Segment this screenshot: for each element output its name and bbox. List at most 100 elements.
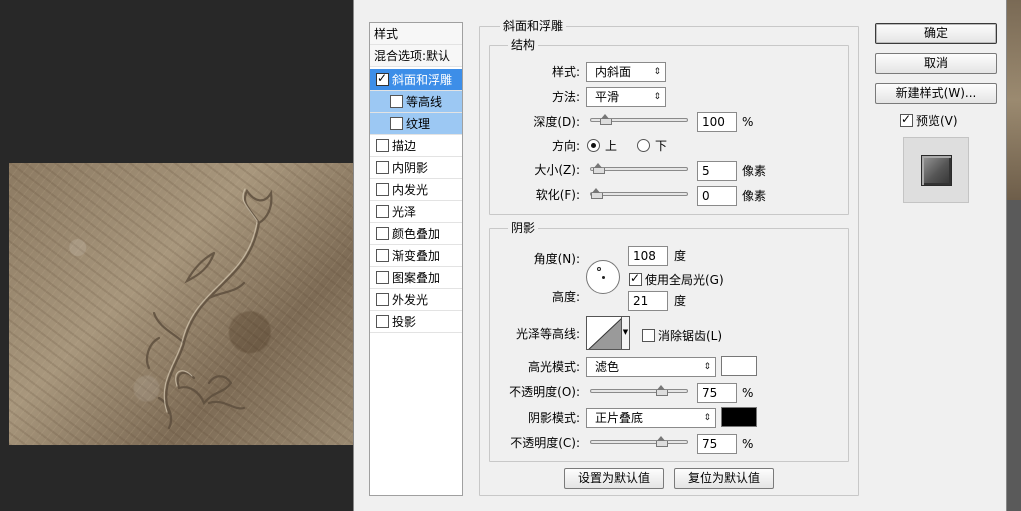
depth-unit: % [742, 115, 754, 129]
style-item-bevel-emboss[interactable]: 斜面和浮雕 [370, 69, 462, 91]
style-item-label: 斜面和浮雕 [392, 73, 453, 87]
shadow-mode-value: 正片叠底 [595, 411, 644, 425]
depth-input[interactable]: 100 [697, 112, 737, 132]
inner-glow-checkbox[interactable] [376, 183, 389, 196]
style-item-pattern-overlay[interactable]: 图案叠加 [370, 267, 462, 289]
highlight-opacity-input[interactable]: 75 [697, 383, 737, 403]
highlight-opacity-slider[interactable] [590, 385, 688, 396]
style-item-label: 描边 [392, 139, 417, 153]
outer-glow-checkbox[interactable] [376, 293, 389, 306]
bevel-style-dropdown[interactable]: 内斜面 ⇕ [586, 62, 666, 82]
direction-down-label[interactable]: 下 [655, 138, 667, 154]
direction-down-radio[interactable] [637, 139, 650, 152]
global-light-option[interactable]: 使用全局光(G) [629, 271, 724, 288]
style-item-label: 外发光 [392, 293, 429, 307]
technique-dropdown[interactable]: 平滑 ⇕ [586, 87, 666, 107]
style-item-label: 纹理 [406, 117, 431, 131]
shadow-mode-dropdown[interactable]: 正片叠底 ⇕ [586, 408, 716, 428]
direction-up-radio[interactable] [587, 139, 600, 152]
global-light-checkbox[interactable] [629, 271, 642, 286]
color-overlay-checkbox[interactable] [376, 227, 389, 240]
inner-shadow-checkbox[interactable] [376, 161, 389, 174]
altitude-label: 高度: [551, 290, 580, 304]
triangle-down-icon: ▼ [622, 328, 629, 336]
style-item-texture[interactable]: 纹理 [370, 113, 462, 135]
canvas-area [0, 0, 353, 511]
make-default-button[interactable]: 设置为默认值 [564, 468, 664, 489]
size-unit: 像素 [742, 164, 767, 178]
style-item-contour[interactable]: 等高线 [370, 91, 462, 113]
style-list: 样式 混合选项:默认 斜面和浮雕 等高线 纹理 描边 内阴影 内发光 光泽 颜色… [369, 22, 463, 496]
style-item-label: 光泽 [392, 205, 417, 219]
stroke-checkbox[interactable] [376, 139, 389, 152]
style-item-color-overlay[interactable]: 颜色叠加 [370, 223, 462, 245]
shadow-opacity-label: 不透明度(C): [510, 436, 580, 450]
style-item-stroke[interactable]: 描边 [370, 135, 462, 157]
new-style-button[interactable]: 新建样式(W)... [875, 83, 997, 104]
preview-square [921, 155, 952, 186]
style-item-inner-shadow[interactable]: 内阴影 [370, 157, 462, 179]
background-photo-strip [1007, 0, 1021, 200]
size-slider[interactable] [590, 163, 688, 174]
style-item-label: 颜色叠加 [392, 227, 441, 241]
style-item-outer-glow[interactable]: 外发光 [370, 289, 462, 311]
drop-shadow-checkbox[interactable] [376, 315, 389, 328]
altitude-unit: 度 [674, 294, 687, 308]
altitude-input[interactable]: 21 [628, 291, 668, 311]
updown-arrow-icon: ⇕ [703, 413, 711, 423]
style-list-header[interactable]: 样式 [370, 23, 462, 45]
document-image[interactable] [9, 163, 353, 445]
gloss-contour-dropdown[interactable]: ▼ [622, 316, 630, 350]
pattern-overlay-checkbox[interactable] [376, 271, 389, 284]
highlight-opacity-thumb[interactable] [655, 385, 668, 396]
angle-dial[interactable] [586, 260, 620, 294]
texture-checkbox[interactable] [390, 117, 403, 130]
highlight-color-swatch[interactable] [721, 356, 757, 376]
depth-slider-thumb[interactable] [599, 114, 612, 125]
shadow-color-swatch[interactable] [721, 407, 757, 427]
highlight-mode-dropdown[interactable]: 滤色 ⇕ [586, 357, 716, 377]
style-item-gradient-overlay[interactable]: 渐变叠加 [370, 245, 462, 267]
satin-checkbox[interactable] [376, 205, 389, 218]
soften-slider[interactable] [590, 188, 688, 199]
shadow-mode-label: 阴影模式: [527, 411, 580, 425]
preview-checkbox[interactable] [900, 112, 913, 127]
depth-slider[interactable] [590, 114, 688, 125]
updown-arrow-icon: ⇕ [653, 67, 661, 77]
anti-alias-option[interactable]: 消除锯齿(L) [642, 327, 722, 344]
updown-arrow-icon: ⇕ [703, 362, 711, 372]
soften-label: 软化(F): [535, 188, 580, 202]
style-item-satin[interactable]: 光泽 [370, 201, 462, 223]
shadow-opacity-slider[interactable] [590, 436, 688, 447]
style-label: 样式: [551, 65, 580, 79]
contour-checkbox[interactable] [390, 95, 403, 108]
ok-button[interactable]: 确定 [875, 23, 997, 44]
size-label: 大小(Z): [534, 163, 580, 177]
direction-up-label[interactable]: 上 [605, 138, 617, 154]
angle-input[interactable]: 108 [628, 246, 668, 266]
shadow-opacity-input[interactable]: 75 [697, 434, 737, 454]
background-panel-edge [1007, 0, 1021, 511]
style-item-inner-glow[interactable]: 内发光 [370, 179, 462, 201]
bevel-emboss-checkbox[interactable] [376, 71, 389, 86]
style-preview-thumbnail [903, 137, 969, 203]
anti-alias-checkbox[interactable] [642, 329, 655, 342]
cancel-button[interactable]: 取消 [875, 53, 997, 74]
soften-input[interactable]: 0 [697, 186, 737, 206]
preview-option[interactable]: 预览(V) [900, 112, 958, 129]
shadow-opacity-thumb[interactable] [655, 436, 668, 447]
bevel-style-value: 内斜面 [595, 65, 632, 79]
global-light-label: 使用全局光(G) [645, 273, 724, 287]
soften-slider-thumb[interactable] [591, 188, 603, 199]
size-input[interactable]: 5 [697, 161, 737, 181]
size-slider-thumb[interactable] [592, 163, 605, 174]
reset-default-button[interactable]: 复位为默认值 [674, 468, 774, 489]
bevel-emboss-title: 斜面和浮雕 [500, 19, 567, 33]
shading-title: 阴影 [508, 221, 539, 235]
depth-label: 深度(D): [533, 115, 580, 129]
style-item-drop-shadow[interactable]: 投影 [370, 311, 462, 333]
embossed-flower-artwork [145, 188, 273, 430]
gradient-overlay-checkbox[interactable] [376, 249, 389, 262]
gloss-contour-picker[interactable] [586, 316, 622, 350]
blend-options-item[interactable]: 混合选项:默认 [370, 45, 462, 67]
